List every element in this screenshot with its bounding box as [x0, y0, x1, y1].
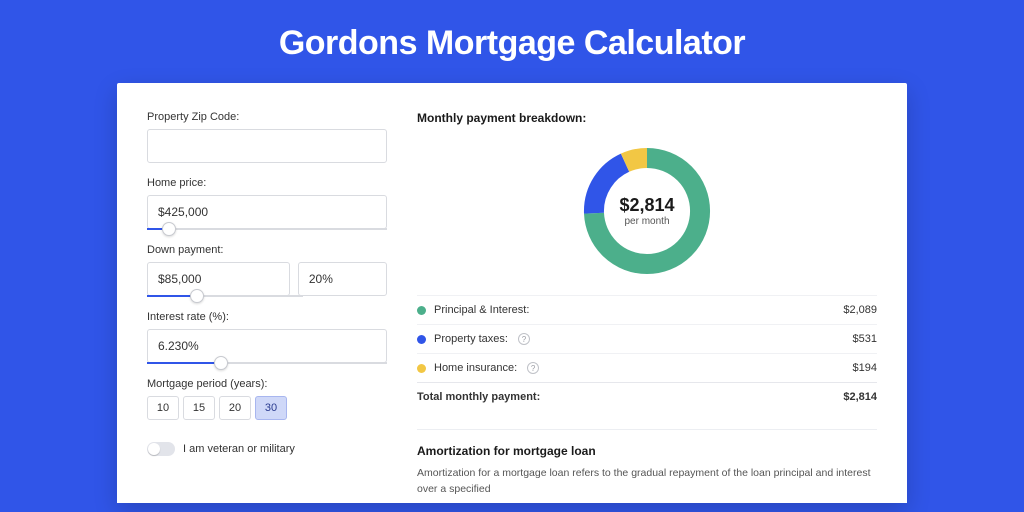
- breakdown-panel: Monthly payment breakdown: $2,814 per mo…: [417, 111, 877, 503]
- legend-row-insurance: Home insurance: ? $194: [417, 353, 877, 382]
- period-group: 10 15 20 30: [147, 396, 387, 420]
- dot-icon: [417, 306, 426, 315]
- legend-row-total: Total monthly payment: $2,814: [417, 382, 877, 411]
- home-price-label: Home price:: [147, 177, 387, 189]
- legend-label: Principal & Interest:: [434, 304, 529, 316]
- legend-label: Home insurance:: [434, 362, 517, 374]
- slider-thumb[interactable]: [214, 356, 228, 370]
- help-icon[interactable]: ?: [527, 362, 539, 374]
- donut-chart-wrap: $2,814 per month: [417, 133, 877, 295]
- page-title: Gordons Mortgage Calculator: [0, 0, 1024, 83]
- interest-label: Interest rate (%):: [147, 311, 387, 323]
- interest-field: Interest rate (%):: [147, 311, 387, 364]
- down-payment-pct-input[interactable]: [298, 262, 387, 296]
- legend-label: Property taxes:: [434, 333, 508, 345]
- donut-sub: per month: [624, 216, 669, 227]
- period-option-15[interactable]: 15: [183, 396, 215, 420]
- calculator-card: Property Zip Code: Home price: Down paym…: [117, 83, 907, 503]
- veteran-label: I am veteran or military: [183, 443, 295, 455]
- zip-label: Property Zip Code:: [147, 111, 387, 123]
- donut-amount: $2,814: [619, 195, 674, 216]
- legend-amount: $2,089: [843, 304, 877, 316]
- amortization-section: Amortization for mortgage loan Amortizat…: [417, 429, 877, 498]
- donut-chart: $2,814 per month: [577, 141, 717, 281]
- slider-thumb[interactable]: [190, 289, 204, 303]
- legend-amount: $531: [853, 333, 877, 345]
- legend-row-taxes: Property taxes: ? $531: [417, 324, 877, 353]
- home-price-input[interactable]: [147, 195, 387, 229]
- zip-field: Property Zip Code:: [147, 111, 387, 163]
- interest-input[interactable]: [147, 329, 387, 363]
- period-label: Mortgage period (years):: [147, 378, 387, 390]
- period-option-10[interactable]: 10: [147, 396, 179, 420]
- down-payment-field: Down payment:: [147, 244, 387, 297]
- legend-total-label: Total monthly payment:: [417, 391, 540, 403]
- period-option-20[interactable]: 20: [219, 396, 251, 420]
- legend-row-principal: Principal & Interest: $2,089: [417, 295, 877, 324]
- down-payment-slider[interactable]: [147, 295, 303, 297]
- breakdown-title: Monthly payment breakdown:: [417, 111, 877, 125]
- veteran-toggle[interactable]: [147, 442, 175, 456]
- amortization-body: Amortization for a mortgage loan refers …: [417, 466, 877, 498]
- interest-slider[interactable]: [147, 362, 387, 364]
- legend-amount: $194: [853, 362, 877, 374]
- zip-input[interactable]: [147, 129, 387, 163]
- down-payment-label: Down payment:: [147, 244, 387, 256]
- veteran-toggle-row: I am veteran or military: [147, 442, 387, 456]
- dot-icon: [417, 364, 426, 373]
- amortization-title: Amortization for mortgage loan: [417, 444, 877, 458]
- legend-total-amount: $2,814: [843, 391, 877, 403]
- home-price-slider[interactable]: [147, 228, 387, 230]
- dot-icon: [417, 335, 426, 344]
- period-option-30[interactable]: 30: [255, 396, 287, 420]
- donut-center: $2,814 per month: [577, 141, 717, 281]
- help-icon[interactable]: ?: [518, 333, 530, 345]
- slider-thumb[interactable]: [162, 222, 176, 236]
- toggle-knob: [148, 443, 160, 455]
- period-field: Mortgage period (years): 10 15 20 30: [147, 378, 387, 420]
- home-price-field: Home price:: [147, 177, 387, 230]
- down-payment-input[interactable]: [147, 262, 290, 296]
- form-panel: Property Zip Code: Home price: Down paym…: [147, 111, 387, 503]
